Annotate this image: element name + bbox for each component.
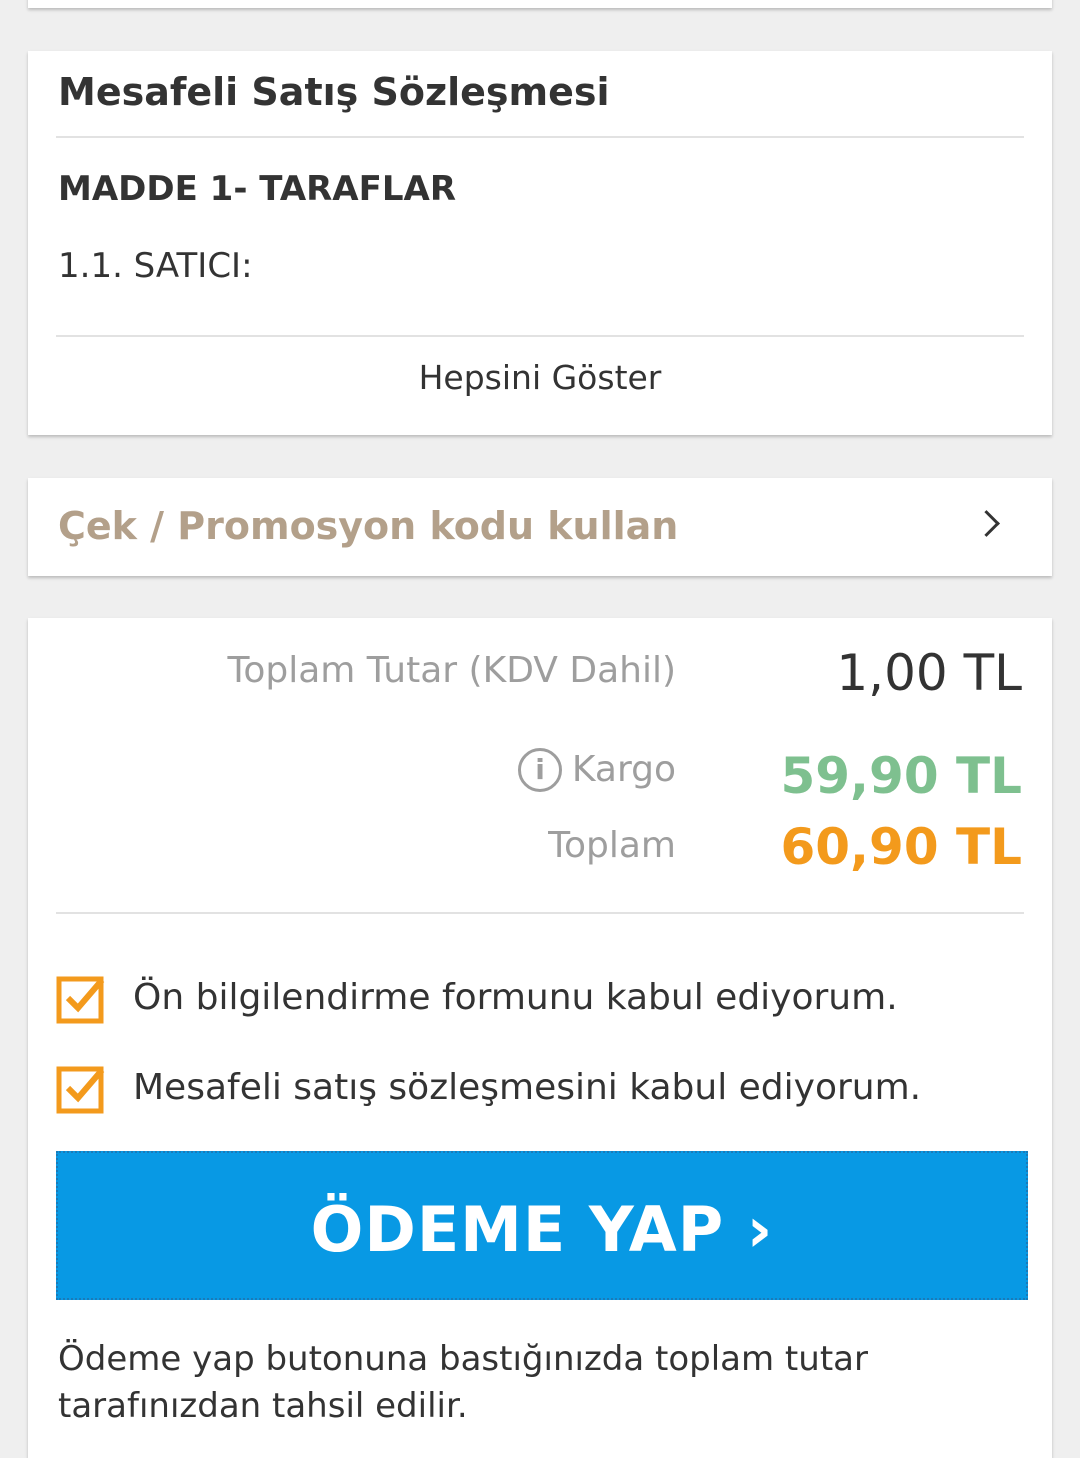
divider	[56, 335, 1024, 337]
show-all-button[interactable]: Hepsini Göster	[28, 361, 1052, 394]
contract-card: Mesafeli Satış Sözleşmesi MADDE 1- TARAF…	[28, 51, 1052, 435]
pay-button-label: ÖDEME YAP ›	[310, 1193, 774, 1266]
pay-note: Ödeme yap butonuna bastığınızda toplam t…	[58, 1339, 868, 1426]
article-heading: MADDE 1- TARAFLAR	[58, 169, 457, 209]
total-value: 60,90 TL	[780, 818, 1022, 876]
contract-title: Mesafeli Satış Sözleşmesi	[58, 70, 610, 114]
pay-button[interactable]: ÖDEME YAP ›	[56, 1151, 1028, 1300]
subtotal-value: 1,00 TL	[836, 644, 1022, 702]
chevron-right-icon	[973, 510, 1000, 537]
article-text: 1.1. SATICI:	[58, 246, 253, 286]
shipping-label: Kargo	[571, 749, 676, 790]
agreement-checkbox-contract[interactable]: Mesafeli satış sözleşmesini kabul ediyor…	[56, 1062, 976, 1118]
agreement-checkbox-preinfo[interactable]: Ön bilgilendirme formunu kabul ediyorum.	[56, 972, 956, 1028]
previous-section-card	[28, 0, 1052, 8]
shipping-value: 59,90 TL	[780, 747, 1022, 805]
checkbox-checked-icon[interactable]	[56, 974, 106, 1024]
subtotal-label: Toplam Tutar (KDV Dahil)	[227, 650, 676, 691]
total-label: Toplam	[548, 825, 676, 866]
info-icon[interactable]: i	[518, 748, 562, 792]
divider	[56, 136, 1024, 138]
promo-code-row[interactable]: Çek / Promosyon kodu kullan	[28, 478, 1052, 576]
order-summary-card: Toplam Tutar (KDV Dahil) 1,00 TL i Kargo…	[28, 618, 1052, 1458]
agreement-label: Mesafeli satış sözleşmesini kabul ediyor…	[133, 1067, 922, 1108]
promo-code-label: Çek / Promosyon kodu kullan	[58, 504, 679, 548]
checkbox-checked-icon[interactable]	[56, 1064, 106, 1114]
divider	[56, 912, 1024, 914]
agreement-label: Ön bilgilendirme formunu kabul ediyorum.	[133, 977, 898, 1018]
